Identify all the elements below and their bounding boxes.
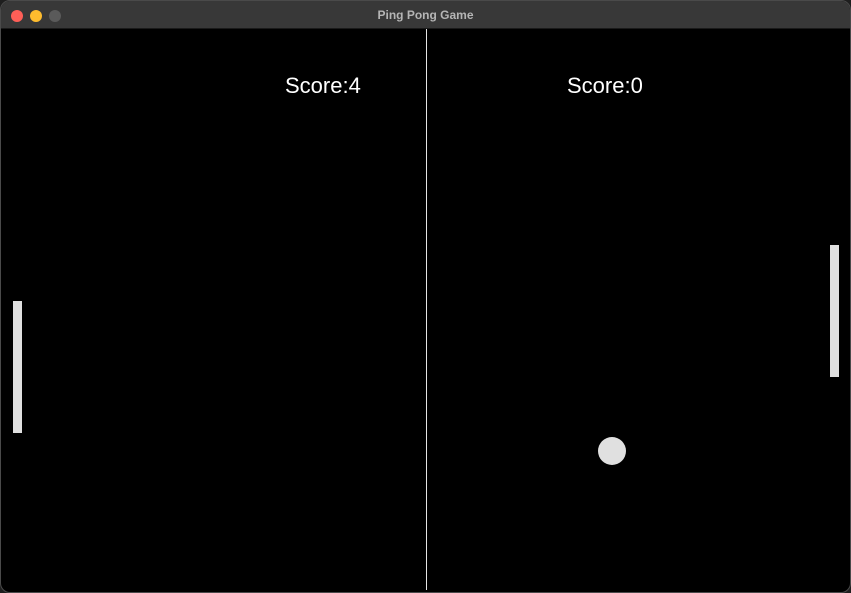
ball	[598, 437, 626, 465]
right-score: Score:0	[567, 73, 643, 98]
game-window: Ping Pong Game Score:4 Score:0	[0, 0, 851, 593]
center-line	[426, 29, 427, 590]
window-title: Ping Pong Game	[377, 8, 474, 22]
game-court: Score:4 Score:0	[5, 29, 846, 590]
right-paddle	[830, 245, 839, 377]
left-score: Score:4	[285, 73, 361, 98]
title-bar[interactable]: Ping Pong Game	[1, 1, 850, 29]
left-paddle	[13, 301, 22, 433]
